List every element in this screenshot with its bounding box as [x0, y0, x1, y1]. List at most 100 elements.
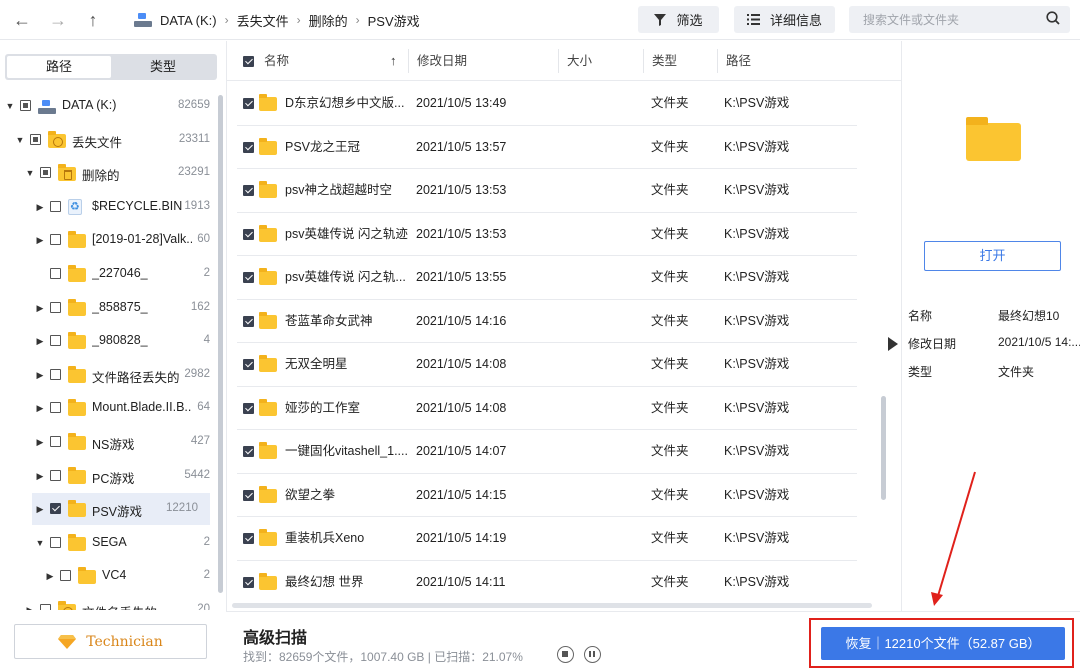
tree-item[interactable]: ▶ VC4 2: [0, 560, 222, 592]
table-scrollbar[interactable]: [881, 396, 886, 500]
tree-item-checkbox[interactable]: [50, 436, 61, 447]
caret-down-icon[interactable]: ▼: [25, 168, 35, 178]
table-row[interactable]: 重装机兵Xeno 2021/10/5 14:19 文件夹 K:\PSV游戏: [237, 517, 857, 561]
caret-right-icon[interactable]: ▶: [35, 471, 45, 481]
tree-item[interactable]: ▶ $RECYCLE.BIN1913: [0, 191, 222, 223]
row-checkbox[interactable]: [243, 402, 254, 414]
tree-item[interactable]: _227046_ 2: [0, 258, 222, 290]
row-checkbox[interactable]: [243, 185, 254, 196]
horizontal-scrollbar[interactable]: [232, 603, 872, 608]
tree-item[interactable]: ▶ 文件名丢失的 20: [0, 594, 222, 610]
row-checkbox[interactable]: [243, 228, 254, 240]
breadcrumb-item-current[interactable]: PSV游戏: [368, 11, 420, 30]
column-type[interactable]: 类型: [652, 41, 677, 81]
caret-down-icon[interactable]: ▼: [5, 101, 15, 111]
up-button[interactable]: ↑: [81, 8, 105, 32]
tree-item-checkbox[interactable]: [50, 200, 61, 212]
tree-item-checkbox[interactable]: [50, 469, 61, 481]
tree-item-checkbox[interactable]: [50, 335, 61, 347]
recover-button[interactable]: 恢复｜12210个文件（52.87 GB）: [821, 627, 1065, 660]
column-path[interactable]: 路径: [726, 41, 751, 81]
caret-down-icon[interactable]: ▼: [35, 538, 45, 548]
row-checkbox[interactable]: [243, 315, 254, 327]
forward-button[interactable]: →: [46, 8, 70, 32]
tree-item[interactable]: ▼ 丢失文件 23311: [0, 124, 222, 156]
tree-item-checkbox[interactable]: [40, 604, 51, 610]
table-row[interactable]: 欲望之拳 2021/10/5 14:15 文件夹 K:\PSV游戏: [237, 474, 857, 517]
tree-item[interactable]: ▶ _858875_ 162: [0, 292, 222, 324]
tree-item-checkbox[interactable]: [20, 100, 31, 111]
sidebar-scrollbar[interactable]: [218, 95, 223, 593]
breadcrumb-item-drive[interactable]: DATA (K:): [160, 13, 217, 28]
select-all-checkbox[interactable]: [243, 56, 254, 67]
details-button[interactable]: 详细信息: [734, 6, 835, 33]
breadcrumb-item-deleted[interactable]: 删除的: [309, 11, 348, 30]
pause-scan-button[interactable]: [584, 646, 601, 663]
caret-right-icon[interactable]: ▶: [25, 605, 35, 610]
tree-item-checkbox[interactable]: [50, 234, 61, 246]
open-button[interactable]: 打开: [924, 241, 1061, 271]
row-checkbox[interactable]: [243, 141, 254, 153]
table-row[interactable]: 苍蓝革命女武神 2021/10/5 14:16 文件夹 K:\PSV游戏: [237, 300, 857, 343]
tree-item-checkbox[interactable]: [50, 503, 61, 515]
tree-item-checkbox[interactable]: [50, 536, 61, 548]
sort-ascending-icon[interactable]: ↑: [390, 54, 400, 68]
caret-right-icon[interactable]: ▶: [35, 403, 45, 413]
row-checkbox[interactable]: [243, 359, 254, 370]
column-modified[interactable]: 修改日期: [417, 41, 467, 81]
tree-item[interactable]: ▶ NS游戏 427: [0, 426, 222, 458]
row-checkbox[interactable]: [243, 533, 254, 544]
row-checkbox[interactable]: [243, 272, 254, 283]
row-checkbox[interactable]: [243, 576, 254, 588]
tree-item-checkbox[interactable]: [30, 133, 41, 145]
column-divider[interactable]: [643, 49, 644, 73]
column-name[interactable]: 名称: [264, 41, 289, 81]
caret-right-icon[interactable]: ▶: [35, 336, 45, 346]
table-row[interactable]: psv英雄传说 闪之轨... 2021/10/5 13:55 文件夹 K:\PSV游戏: [237, 256, 857, 300]
caret-right-icon[interactable]: ▶: [35, 504, 45, 514]
tree-item-checkbox[interactable]: [40, 167, 51, 179]
column-divider[interactable]: [558, 49, 559, 73]
caret-right-icon[interactable]: ▶: [35, 303, 45, 313]
breadcrumb-item-lost[interactable]: 丢失文件: [237, 11, 289, 30]
tree-item[interactable]: ▼ DATA (K:) 82659: [0, 90, 222, 122]
tree-item[interactable]: ▶ [2019-01-28]Valk... 60: [0, 224, 222, 256]
table-row[interactable]: D东京幻想乡中文版... 2021/10/5 13:49 文件夹 K:\PSV游戏: [237, 82, 857, 126]
table-row[interactable]: 最终幻想 世界 2021/10/5 14:11 文件夹 K:\PSV游戏: [237, 561, 857, 603]
caret-right-icon[interactable]: ▶: [35, 202, 45, 212]
table-row[interactable]: psv英雄传说 闪之轨迹 2021/10/5 13:53 文件夹 K:\PSV游戏: [237, 213, 857, 256]
search-icon[interactable]: [1046, 11, 1060, 25]
tree-item[interactable]: ▶ PSV游戏 12210: [32, 493, 210, 526]
tree-item-checkbox[interactable]: [50, 402, 61, 414]
tree-item-checkbox[interactable]: [50, 301, 61, 313]
row-checkbox[interactable]: [243, 446, 254, 457]
tree-item-checkbox[interactable]: [50, 268, 61, 279]
search-input[interactable]: [849, 6, 1070, 33]
row-checkbox[interactable]: [243, 98, 254, 109]
table-row[interactable]: 无双全明星 2021/10/5 14:08 文件夹 K:\PSV游戏: [237, 343, 857, 387]
tree-item[interactable]: ▼ SEGA 2: [0, 527, 222, 559]
back-button[interactable]: ←: [10, 8, 34, 32]
caret-right-icon[interactable]: ▶: [35, 437, 45, 447]
table-row[interactable]: 娅莎的工作室 2021/10/5 14:08 文件夹 K:\PSV游戏: [237, 387, 857, 430]
row-checkbox[interactable]: [243, 489, 254, 501]
caret-right-icon[interactable]: ▶: [35, 235, 45, 245]
tree-item[interactable]: ▼ 删除的 23291: [0, 157, 222, 189]
caret-right-icon[interactable]: ▶: [35, 370, 45, 380]
caret-right-icon[interactable]: ▶: [45, 571, 55, 581]
tree-item[interactable]: ▶ 文件路径丢失的 2982: [0, 359, 222, 391]
tree-item[interactable]: ▶ Mount.Blade.II.B... 64: [0, 392, 222, 424]
tree-item[interactable]: ▶ _980828_ 4: [0, 325, 222, 357]
table-row[interactable]: psv神之战超越时空 2021/10/5 13:53 文件夹 K:\PSV游戏: [237, 169, 857, 213]
tab-path[interactable]: 路径: [7, 56, 111, 78]
table-row[interactable]: 一键固化vitashell_1.... 2021/10/5 14:07 文件夹 K:\…: [237, 430, 857, 474]
tree-item-checkbox[interactable]: [60, 570, 71, 582]
technician-button[interactable]: Technician: [14, 624, 207, 659]
table-row[interactable]: PSV龙之王冠 2021/10/5 13:57 文件夹 K:\PSV游戏: [237, 126, 857, 169]
tree-item[interactable]: ▶ PC游戏 5442: [0, 460, 222, 492]
column-divider[interactable]: [408, 49, 409, 73]
filter-button[interactable]: 筛选: [638, 6, 719, 33]
tab-type[interactable]: 类型: [111, 56, 215, 78]
tree-item-checkbox[interactable]: [50, 368, 61, 380]
column-divider[interactable]: [717, 49, 718, 73]
